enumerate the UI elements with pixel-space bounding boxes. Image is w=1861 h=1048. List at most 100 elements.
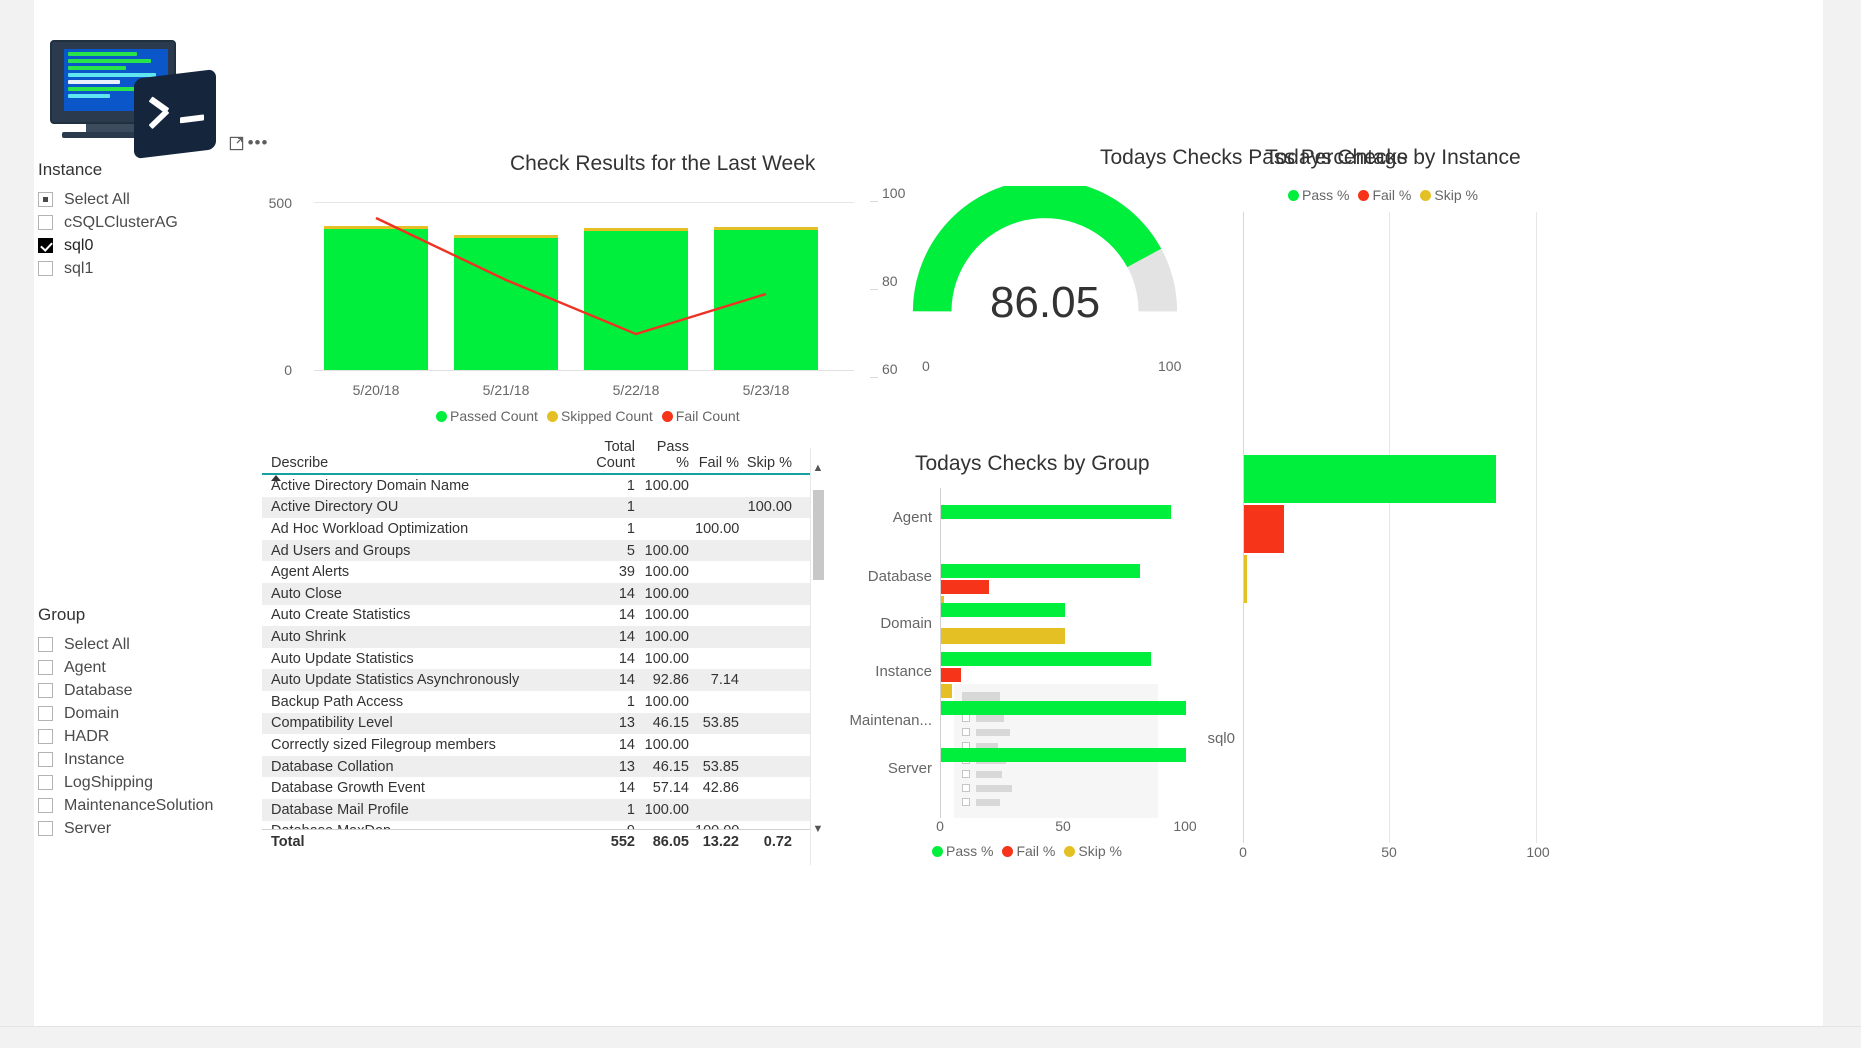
table-row[interactable]: Database Collation 13 46.15 53.85 xyxy=(262,755,819,778)
table-row[interactable]: Backup Path Access 1 100.00 xyxy=(262,691,819,713)
scroll-down-icon[interactable]: ▼ xyxy=(811,821,825,837)
table-row[interactable]: Auto Create Statistics 14 100.00 xyxy=(262,605,819,627)
bar-pass-server[interactable] xyxy=(941,748,1186,762)
slicer-item-maintenancesolution[interactable]: MaintenanceSolution xyxy=(38,794,268,817)
checkbox-icon[interactable] xyxy=(38,729,53,744)
more-options-icon[interactable]: ••• xyxy=(248,134,268,151)
slicer-item-server[interactable]: Server xyxy=(38,817,268,840)
checkbox-icon[interactable] xyxy=(38,821,53,836)
chart-todays-checks-pass-percentage[interactable]: 86.05 0 100 xyxy=(910,186,1210,386)
table-row[interactable]: Active Directory Domain Name 1 100.00 xyxy=(262,475,819,497)
checkbox-icon[interactable] xyxy=(38,683,53,698)
column-header-total-count[interactable]: Total Count xyxy=(569,439,641,471)
table-row[interactable]: Active Directory OU 1 100.00 xyxy=(262,496,819,519)
gridline xyxy=(1389,212,1390,843)
chart-check-results-last-week[interactable]: 500 0 100 80 60 5/20/18 5/21/18 5/22/18 … xyxy=(262,185,906,435)
checkbox-icon[interactable] xyxy=(38,660,53,675)
table-row[interactable]: Auto Close 14 100.00 xyxy=(262,582,819,605)
checkbox-icon[interactable] xyxy=(38,752,53,767)
bar-fail-database[interactable] xyxy=(941,580,989,594)
gridline-baseline xyxy=(314,370,854,371)
legend-item-passed-count[interactable]: Passed Count xyxy=(436,408,538,424)
cell-pass: 100.00 xyxy=(644,477,689,494)
scrollbar-thumb[interactable] xyxy=(813,490,824,580)
axis-left-tick-0: 0 xyxy=(284,362,292,378)
slicer-item-select-all[interactable]: Select All xyxy=(38,188,253,211)
table-row[interactable]: Agent Alerts 39 100.00 xyxy=(262,561,819,583)
cell-total-fail: 13.22 xyxy=(702,834,739,850)
legend-item-pass-pct[interactable]: Pass % xyxy=(932,843,993,859)
chart-todays-checks-by-instance[interactable]: sql0 0 50 100 xyxy=(1207,212,1823,862)
legend-label: Skip % xyxy=(1434,187,1478,203)
slicer-item-instance[interactable]: Instance xyxy=(38,748,268,771)
check-results-table[interactable]: Describe Total Count Pass % Fail % Skip … xyxy=(262,439,824,865)
bar-fail-sql0[interactable] xyxy=(1244,505,1284,553)
bar-fail-instance[interactable] xyxy=(941,668,961,682)
table-row[interactable]: Auto Update Statistics 14 100.00 xyxy=(262,648,819,670)
column-header-describe[interactable]: Describe xyxy=(262,455,569,481)
table-row[interactable]: Database MaxDop 9 100.00 xyxy=(262,821,819,829)
monitor-stand xyxy=(86,124,140,132)
column-header-skip-pct[interactable]: Skip % xyxy=(745,455,798,471)
bar-pass-database[interactable] xyxy=(941,564,1140,578)
checkbox-icon[interactable] xyxy=(38,798,53,813)
checkbox-icon[interactable] xyxy=(38,775,53,790)
cell-total: 5 xyxy=(626,542,635,559)
cell-total-label: Total xyxy=(271,834,305,850)
line-series-fail-count[interactable] xyxy=(314,202,854,370)
chart-todays-checks-by-group[interactable]: Agent Database Domain Instance Maintenan… xyxy=(849,488,1197,834)
table-row[interactable]: Database Growth Event 14 57.14 42.86 xyxy=(262,777,819,799)
legend-item-fail-count[interactable]: Fail Count xyxy=(661,408,740,424)
slicer-item-agent[interactable]: Agent xyxy=(38,656,268,679)
table-row[interactable]: Auto Update Statistics Asynchronously 14… xyxy=(262,669,819,691)
table-row[interactable]: Ad Hoc Workload Optimization 1 100.00 xyxy=(262,518,819,540)
checkbox-partial-icon[interactable] xyxy=(38,192,53,207)
table-row[interactable]: Database Mail Profile 1 100.00 xyxy=(262,798,819,821)
axis-x-tick-100: 100 xyxy=(1173,818,1197,834)
bar-pass-sql0[interactable] xyxy=(1244,455,1496,503)
slicer-item-logshipping[interactable]: LogShipping xyxy=(38,771,268,794)
column-header-pass-pct[interactable]: Pass % xyxy=(641,439,695,471)
checkbox-checked-icon[interactable] xyxy=(38,238,53,253)
checkbox-icon[interactable] xyxy=(38,637,53,652)
column-header-fail-pct[interactable]: Fail % xyxy=(695,455,745,471)
axis-category-instance: Instance xyxy=(875,663,932,680)
legend-item-pass-pct[interactable]: Pass % xyxy=(1288,187,1349,203)
bar-pass-instance[interactable] xyxy=(941,652,1151,666)
table-row[interactable]: Auto Shrink 14 100.00 xyxy=(262,626,819,648)
slicer-item-sql1[interactable]: sql1 xyxy=(38,257,253,280)
bar-skip-sql0[interactable] xyxy=(1244,555,1247,603)
checkbox-icon[interactable] xyxy=(38,261,53,276)
focus-mode-icon[interactable] xyxy=(228,135,244,151)
legend-item-skipped-count[interactable]: Skipped Count xyxy=(546,408,653,424)
checkbox-icon[interactable] xyxy=(38,706,53,721)
slicer-item-database[interactable]: Database xyxy=(38,679,268,702)
legend-item-fail-pct[interactable]: Fail % xyxy=(1002,843,1055,859)
slicer-item-sql0[interactable]: sql0 xyxy=(38,234,253,257)
table-row[interactable]: Compatibility Level 13 46.15 53.85 xyxy=(262,712,819,735)
legend-item-skip-pct[interactable]: Skip % xyxy=(1420,187,1478,203)
scroll-up-icon[interactable]: ▲ xyxy=(811,460,825,476)
bar-pass-domain[interactable] xyxy=(941,603,1065,617)
slicer-item-domain[interactable]: Domain xyxy=(38,702,268,725)
legend-item-fail-pct[interactable]: Fail % xyxy=(1358,187,1411,203)
slicer-item-label: MaintenanceSolution xyxy=(64,796,214,814)
cell-describe: Backup Path Access xyxy=(271,693,404,710)
bar-skip-domain[interactable] xyxy=(941,628,1065,644)
slicer-item-label: Instance xyxy=(64,750,125,768)
table-row[interactable]: Ad Users and Groups 5 100.00 xyxy=(262,539,819,562)
chart-legend: Passed Count Skipped Count Fail Count xyxy=(436,408,749,424)
table-row[interactable]: Correctly sized Filegroup members 14 100… xyxy=(262,734,819,756)
bar-pass-agent[interactable] xyxy=(941,505,1171,519)
slicer-item-csqlclusterag[interactable]: cSQLClusterAG xyxy=(38,211,253,234)
bar-pass-maintenance[interactable] xyxy=(941,701,1186,715)
bar-skip-instance[interactable] xyxy=(941,684,952,698)
slicer-item-select-all[interactable]: Select All xyxy=(38,633,268,656)
table-scrollbar[interactable]: ▲ ▼ xyxy=(810,448,824,865)
legend-item-skip-pct[interactable]: Skip % xyxy=(1064,843,1122,859)
slicer-item-hadr[interactable]: HADR xyxy=(38,725,268,748)
axis-category-server: Server xyxy=(887,760,932,777)
cell-total: 1 xyxy=(626,520,635,537)
axis-x-tick-50: 50 xyxy=(1381,844,1397,860)
checkbox-icon[interactable] xyxy=(38,215,53,230)
